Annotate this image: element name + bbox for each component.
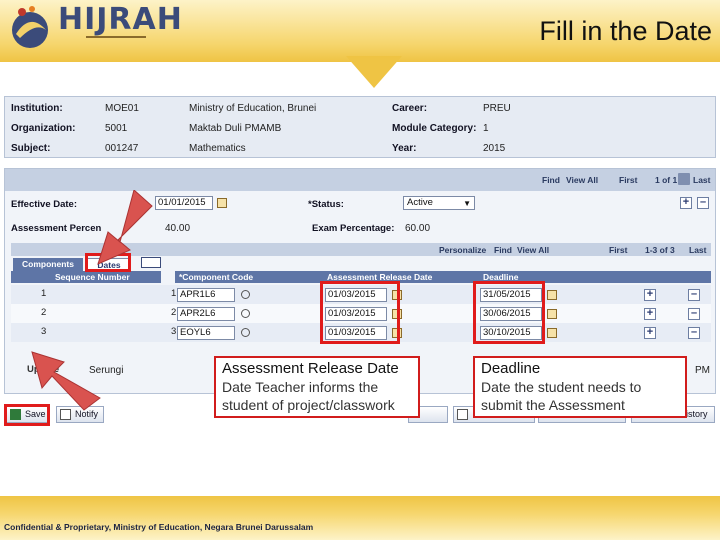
year-label: Year: (392, 143, 417, 154)
document-icon (457, 409, 468, 420)
component-code-input[interactable]: APR2L6 (177, 307, 235, 321)
brand-tagline-line (86, 36, 146, 38)
lookup-icon[interactable] (241, 290, 250, 299)
arrow-to-save-button-icon (31, 351, 101, 411)
grid-record-count: 1-3 of 3 (645, 245, 675, 255)
grid-last-link[interactable]: Last (689, 245, 706, 255)
year-value: 2015 (483, 143, 506, 154)
hijrah-logo-icon (12, 6, 48, 48)
panel-nav-bar: Find View All First 1 of 1 Last (5, 169, 715, 191)
row-number: 2 (41, 307, 47, 318)
status-label: *Status: (308, 199, 344, 210)
calendar-icon[interactable] (547, 309, 557, 319)
tab-components[interactable]: Components (13, 258, 83, 271)
calendar-icon[interactable] (547, 290, 557, 300)
subject-code: 001247 (105, 143, 139, 154)
organization-code: 5001 (105, 123, 128, 134)
lookup-icon[interactable] (241, 309, 250, 318)
row-number: 3 (41, 326, 47, 337)
deadline-callout-title: Deadline (481, 360, 541, 377)
calendar-icon[interactable] (547, 328, 557, 338)
sequence-number: 2 (171, 307, 177, 318)
release-callout-description: Date Teacher informs the student of proj… (222, 379, 395, 413)
add-row-icon[interactable]: + (644, 327, 656, 339)
module-category-value: 1 (483, 123, 489, 134)
effective-date-input[interactable]: 01/01/2015 (155, 196, 213, 210)
delete-row-icon[interactable]: – (697, 197, 709, 209)
next-arrow-icon[interactable] (678, 173, 690, 185)
release-date-callout: Assessment Release Date Date Teacher inf… (214, 356, 420, 418)
view-all-link[interactable]: View All (566, 175, 598, 185)
deadline-callout: Deadline Date the student needs to submi… (473, 356, 687, 418)
delete-row-icon[interactable]: – (688, 289, 700, 301)
institution-name: Ministry of Education, Brunei (189, 103, 317, 114)
updated-time-fragment: PM (695, 365, 710, 376)
record-count: 1 of 1 (655, 175, 678, 185)
header-band: HIJRAH Fill in the Date (0, 0, 720, 62)
brand-logo-text: HIJRAH (58, 2, 183, 37)
deadline-callout-description: Date the student needs to submit the Ass… (481, 379, 642, 413)
footer-band: Confidential & Proprietary, Ministry of … (0, 496, 720, 540)
first-link[interactable]: First (619, 175, 637, 185)
module-category-label: Module Category: (392, 123, 477, 134)
add-row-icon[interactable]: + (644, 289, 656, 301)
column-component-code: *Component Code (175, 271, 323, 283)
exam-percentage-label: Exam Percentage: (312, 223, 395, 234)
sequence-number: 3 (171, 326, 177, 337)
arrow-to-dates-tab-icon (97, 190, 153, 265)
lookup-icon[interactable] (241, 328, 250, 337)
component-code-input[interactable]: EOYL6 (177, 326, 235, 340)
add-row-icon[interactable]: + (680, 197, 692, 209)
release-date-highlight (320, 281, 400, 344)
column-sequence-number: Sequence Number (11, 271, 161, 283)
delete-row-icon[interactable]: – (688, 308, 700, 320)
history-button-label: istory (686, 409, 708, 419)
subject-name: Mathematics (189, 143, 246, 154)
grid-first-link[interactable]: First (609, 245, 627, 255)
organization-label: Organization: (11, 123, 76, 134)
organization-name: Maktab Duli PMAMB (189, 123, 282, 134)
dropdown-arrow-icon: ▼ (463, 199, 471, 208)
delete-row-icon[interactable]: – (688, 327, 700, 339)
grid-find-link[interactable]: Find (494, 245, 512, 255)
component-code-input[interactable]: APR1L6 (177, 288, 235, 302)
add-row-icon[interactable]: + (644, 308, 656, 320)
find-link[interactable]: Find (542, 175, 560, 185)
status-select-value: Active (407, 197, 433, 208)
grid-view-all-link[interactable]: View All (517, 245, 549, 255)
sequence-number: 1 (171, 288, 177, 299)
subject-label: Subject: (11, 143, 51, 154)
exam-percentage-value: 60.00 (405, 223, 431, 234)
calendar-icon[interactable] (217, 198, 227, 208)
effective-date-label: Effective Date: (11, 199, 77, 210)
personalize-link[interactable]: Personalize (439, 245, 486, 255)
institution-code: MOE01 (105, 103, 139, 114)
assessment-percent-label: Assessment Percen (11, 223, 102, 234)
footer-confidential-text: Confidential & Proprietary, Ministry of … (4, 522, 314, 532)
career-label: Career: (392, 103, 428, 114)
last-link[interactable]: Last (693, 175, 710, 185)
course-info-box: Institution: MOE01 Ministry of Education… (4, 96, 716, 158)
institution-label: Institution: (11, 103, 63, 114)
row-number: 1 (41, 288, 47, 299)
career-value: PREU (483, 103, 511, 114)
deadline-highlight (473, 281, 545, 344)
assessment-percent-value: 40.00 (165, 223, 191, 234)
status-select[interactable]: Active ▼ (403, 196, 475, 210)
header-notch (346, 56, 402, 88)
release-callout-title: Assessment Release Date (222, 360, 399, 377)
slide-title: Fill in the Date (539, 16, 712, 46)
